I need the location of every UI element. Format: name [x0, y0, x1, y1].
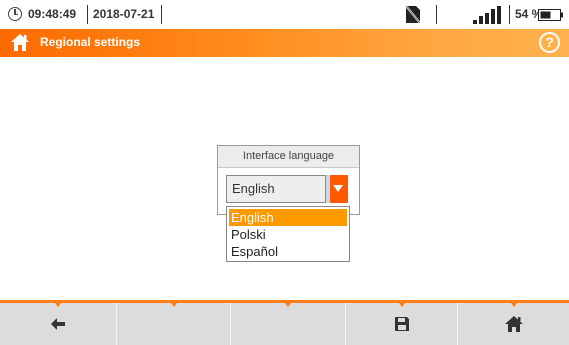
save-icon: [394, 317, 409, 331]
option-espanol[interactable]: Español: [229, 243, 347, 260]
sd-card-icon: [406, 6, 420, 23]
signal-icon: [473, 6, 501, 24]
page-title: Regional settings: [40, 35, 141, 49]
status-bar: 09:48:49 2018-07-21 54 %: [0, 0, 569, 29]
help-icon[interactable]: ?: [539, 32, 560, 53]
option-english[interactable]: English: [229, 209, 347, 226]
save-button[interactable]: [346, 303, 458, 345]
home-icon[interactable]: [10, 33, 30, 52]
panel-heading: Interface language: [218, 146, 359, 168]
bottom-toolbar: [0, 300, 569, 345]
battery-icon: [538, 9, 563, 21]
clock-icon: [8, 7, 22, 21]
empty-button-2[interactable]: [117, 303, 231, 345]
divider: [436, 5, 437, 24]
chevron-down-icon[interactable]: [326, 175, 348, 203]
option-polski[interactable]: Polski: [229, 226, 347, 243]
back-button[interactable]: [0, 303, 117, 345]
language-select[interactable]: English: [226, 175, 326, 203]
back-arrow-icon: [51, 318, 65, 330]
empty-button-3[interactable]: [231, 303, 346, 345]
date-display: 2018-07-21: [93, 7, 155, 21]
divider: [87, 5, 88, 24]
divider: [161, 5, 162, 24]
title-bar: Regional settings ?: [0, 29, 569, 57]
home-icon: [504, 316, 523, 332]
home-button[interactable]: [458, 303, 569, 345]
time-display: 09:48:49: [28, 7, 77, 21]
divider: [509, 5, 510, 24]
language-dropdown: English Polski Español: [226, 206, 350, 262]
